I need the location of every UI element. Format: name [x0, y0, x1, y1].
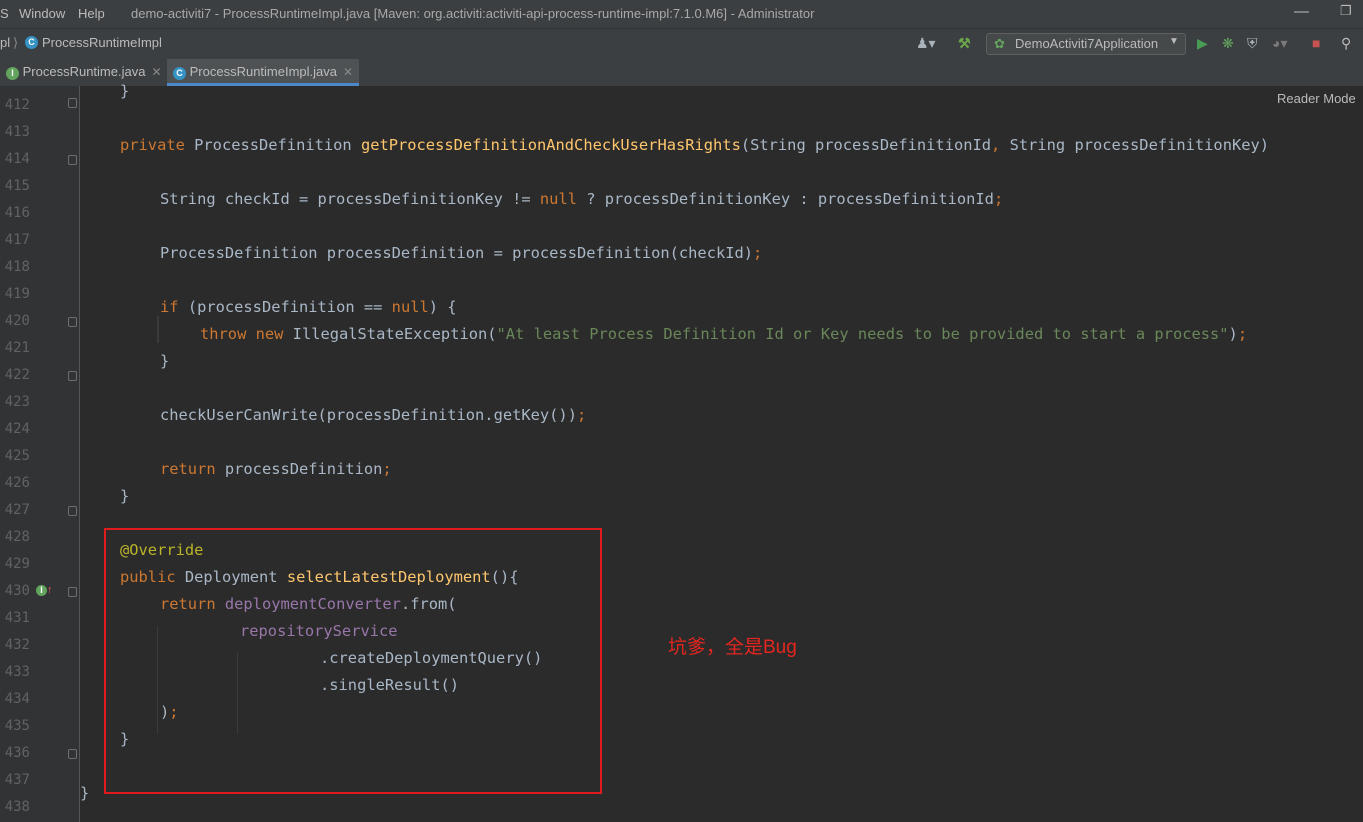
- line-number: 418: [4, 259, 30, 275]
- fold-icon[interactable]: [68, 317, 77, 327]
- line-number: 417: [4, 232, 30, 248]
- window-title: demo-activiti7 - ProcessRuntimeImpl.java…: [131, 6, 815, 21]
- line-number: 428: [4, 529, 30, 545]
- line-number: 434: [4, 691, 30, 707]
- line-number: 438: [4, 799, 30, 815]
- code-line-418: ProcessDefinition processDefinition = pr…: [160, 244, 763, 262]
- fold-icon[interactable]: [68, 749, 77, 759]
- tab-processruntimeimpl[interactable]: C ProcessRuntimeImpl.java ✕: [167, 59, 359, 86]
- override-method-icon[interactable]: I ↑: [36, 584, 53, 596]
- debug-icon[interactable]: ❋: [1222, 35, 1234, 52]
- hammer-icon[interactable]: ⚒: [958, 35, 971, 52]
- line-number: 433: [4, 664, 30, 680]
- fold-icon[interactable]: [68, 98, 77, 108]
- class-icon: C: [173, 67, 186, 80]
- minimize-icon[interactable]: —: [1294, 3, 1309, 20]
- line-number: 426: [4, 475, 30, 491]
- search-icon[interactable]: ⚲: [1341, 35, 1351, 52]
- line-number: 422: [4, 367, 30, 383]
- profile-icon[interactable]: ◕▾: [1272, 35, 1287, 52]
- chevron-down-icon: ▼: [1169, 36, 1179, 47]
- code-line-438: }: [80, 784, 90, 802]
- line-number: 413: [4, 124, 30, 140]
- code-line-416: String checkId = processDefinitionKey !=…: [160, 190, 1004, 208]
- code-line-422: }: [160, 352, 170, 370]
- menu-item-window[interactable]: Window: [19, 6, 65, 21]
- tab-label: ProcessRuntime.java: [22, 64, 146, 79]
- restore-icon[interactable]: ❐: [1340, 3, 1352, 19]
- code-line-412: }: [120, 82, 130, 100]
- class-icon: C: [25, 36, 38, 49]
- line-number: 430: [4, 583, 30, 599]
- tab-processruntime[interactable]: I ProcessRuntime.java ✕: [0, 59, 169, 86]
- code-line-414: private ProcessDefinition getProcessDefi…: [120, 136, 1270, 154]
- fold-icon[interactable]: [68, 506, 77, 516]
- line-number: 431: [4, 610, 30, 626]
- interface-icon: I: [6, 67, 19, 80]
- line-number: 427: [4, 502, 30, 518]
- line-number: 432: [4, 637, 30, 653]
- code-line-420: if (processDefinition == null) {: [160, 298, 457, 316]
- run-configuration-label: DemoActiviti7Application: [1015, 36, 1159, 51]
- line-number: 420: [4, 313, 30, 329]
- user-icon[interactable]: ♟▾: [916, 35, 936, 52]
- run-configuration-select[interactable]: ✿ DemoActiviti7Application ▼: [986, 33, 1186, 55]
- fold-icon[interactable]: [68, 155, 77, 165]
- line-number: 424: [4, 421, 30, 437]
- navigation-bar: pl ⟩ C ProcessRuntimeImpl ♟▾ ⚒ ✿ DemoAct…: [0, 28, 1363, 60]
- run-icon[interactable]: ▶: [1197, 35, 1208, 52]
- breadcrumb-current[interactable]: ProcessRuntimeImpl: [42, 35, 162, 50]
- menu-item-help[interactable]: Help: [78, 6, 105, 21]
- code-line-421: throw new IllegalStateException("At leas…: [200, 325, 1248, 343]
- line-number: 419: [4, 286, 30, 302]
- stop-icon[interactable]: ■: [1312, 35, 1320, 51]
- indent-guide: [157, 316, 159, 343]
- line-number: 437: [4, 772, 30, 788]
- code-editor[interactable]: 412 413 414 415 416 417 418 419 420 421 422 423 424 4…: [0, 82, 1363, 822]
- line-number: 423: [4, 394, 30, 410]
- line-number: 436: [4, 745, 30, 761]
- editor-tab-bar: I ProcessRuntime.java ✕ C ProcessRuntimeI…: [0, 59, 1363, 87]
- close-icon[interactable]: ✕: [343, 65, 353, 79]
- line-number: 415: [4, 178, 30, 194]
- line-number: 435: [4, 718, 30, 734]
- highlight-box: [104, 528, 602, 794]
- code-line-424: checkUserCanWrite(processDefinition.getK…: [160, 406, 587, 424]
- spring-icon: ✿: [994, 36, 1005, 51]
- line-number: 429: [4, 556, 30, 572]
- annotation-note: 坑爹，全是Bug: [668, 637, 797, 658]
- menu-item-s[interactable]: S: [0, 6, 9, 21]
- line-number: 414: [4, 151, 30, 167]
- code-line-426: return processDefinition;: [160, 460, 392, 478]
- fold-icon[interactable]: [68, 371, 77, 381]
- line-number: 412: [4, 97, 30, 113]
- line-number: 421: [4, 340, 30, 356]
- code-line-427: }: [120, 487, 130, 505]
- coverage-icon[interactable]: ⛨: [1247, 35, 1258, 52]
- gutter-divider: [79, 86, 80, 822]
- reader-mode-button[interactable]: Reader Mode: [1277, 91, 1356, 106]
- fold-icon[interactable]: [68, 587, 77, 597]
- tab-label: ProcessRuntimeImpl.java: [189, 64, 338, 79]
- title-bar: S Window Help demo-activiti7 - ProcessRu…: [0, 0, 1363, 28]
- chevron-right-icon: ⟩: [13, 35, 19, 50]
- line-number: 416: [4, 205, 30, 221]
- breadcrumb-parent[interactable]: pl: [0, 35, 10, 50]
- close-icon[interactable]: ✕: [151, 65, 161, 79]
- line-number: 425: [4, 448, 30, 464]
